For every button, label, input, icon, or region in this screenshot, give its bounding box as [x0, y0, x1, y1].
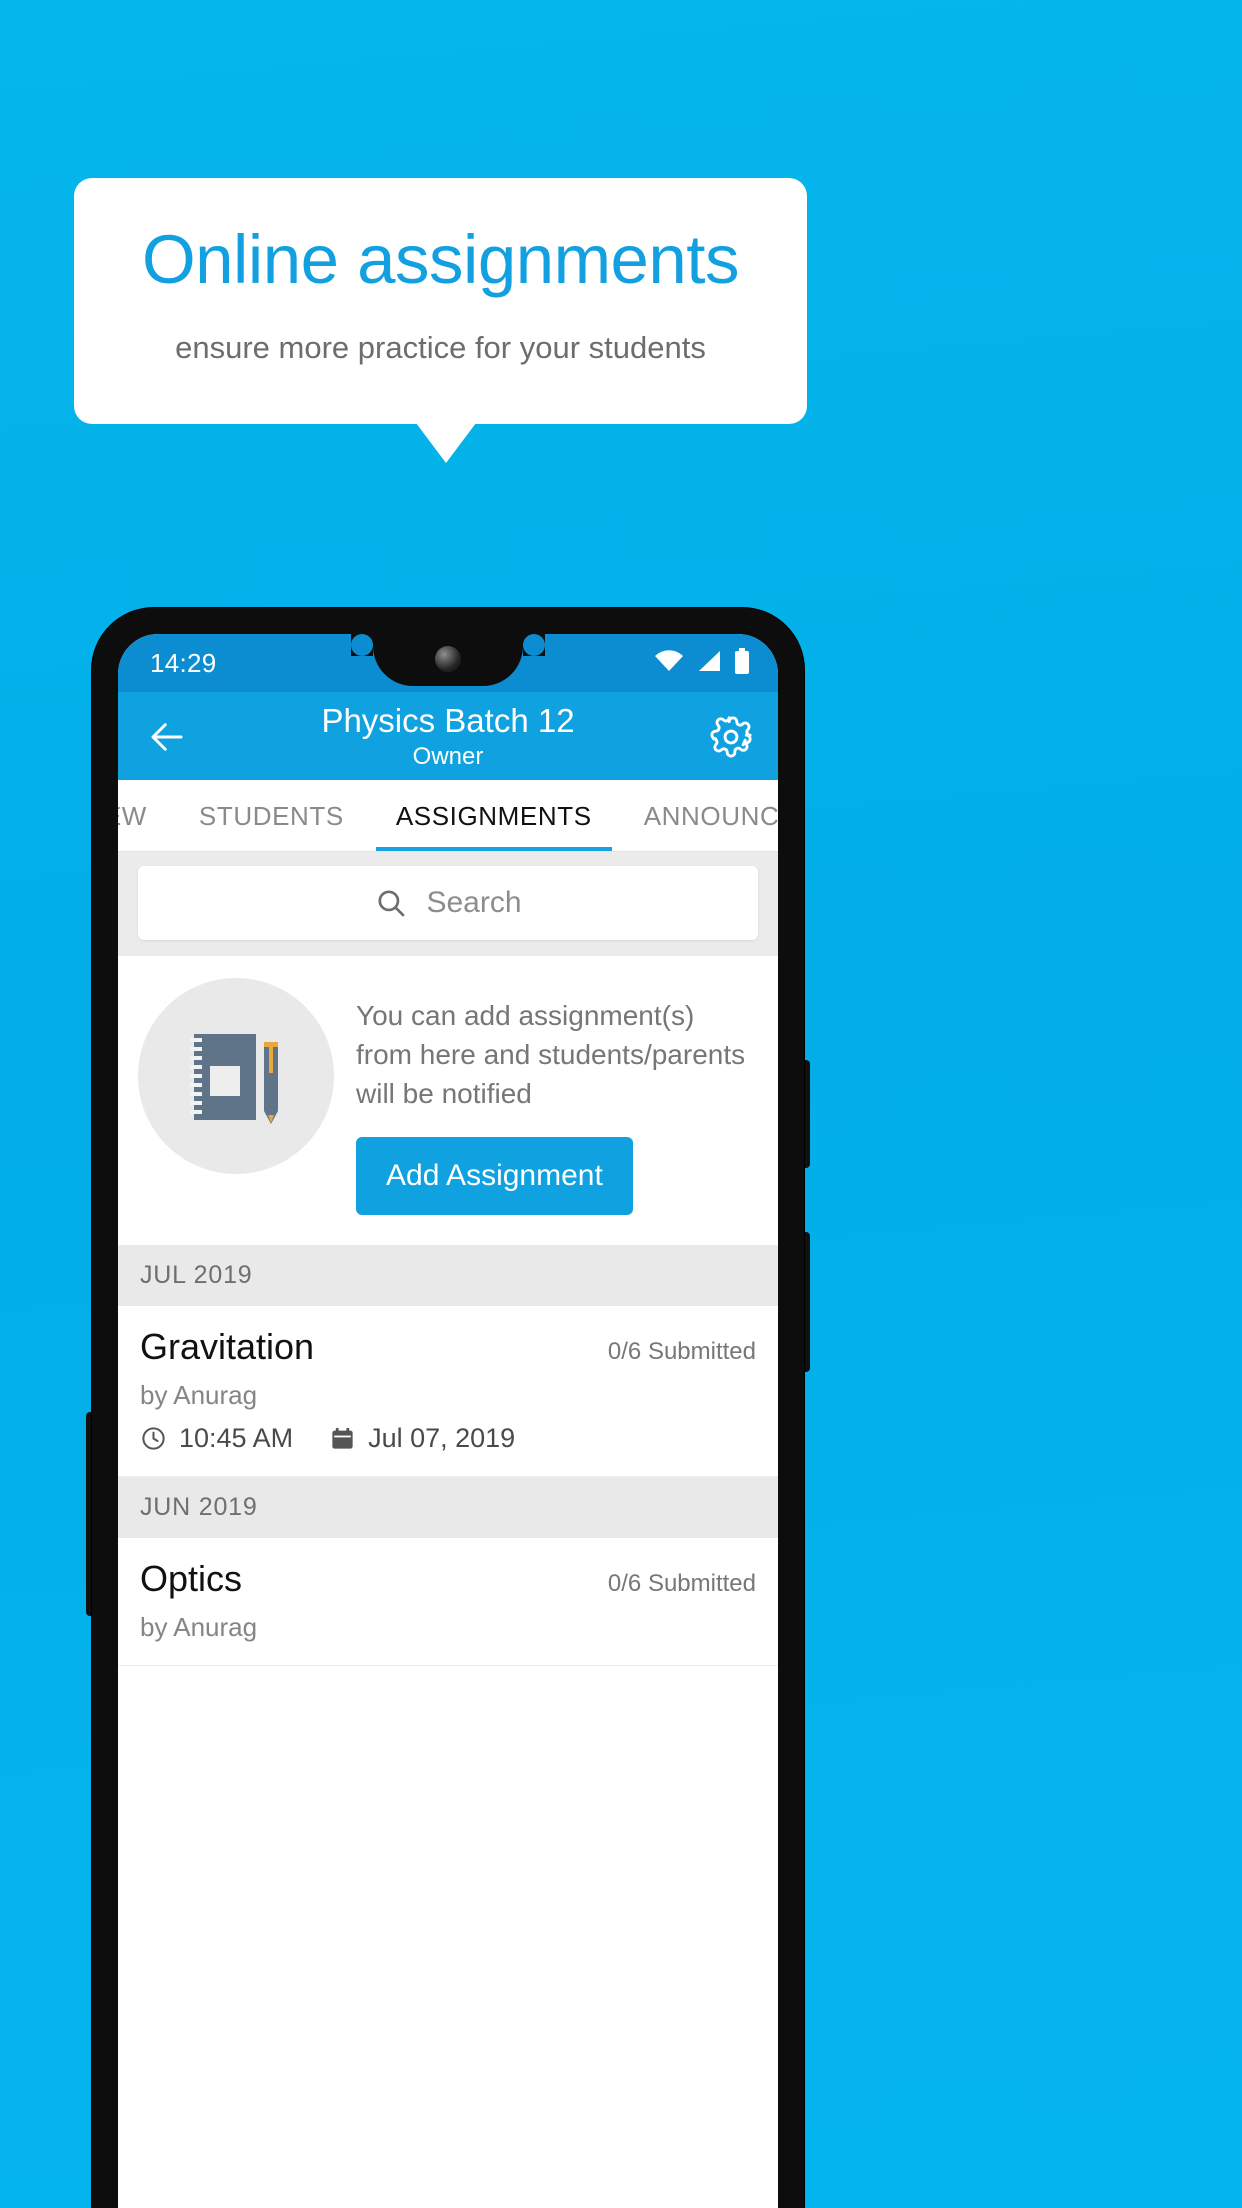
notch-mask-left	[351, 634, 373, 656]
search-placeholder: Search	[426, 886, 522, 919]
tab-announcements[interactable]: ANNOUNCEMENTS	[618, 780, 778, 851]
assignment-row[interactable]: Optics 0/6 Submitted by Anurag	[118, 1538, 778, 1666]
tab-bar[interactable]: IEW STUDENTS ASSIGNMENTS ANNOUNCEMENTS	[118, 780, 778, 852]
assignment-submitted-count: 0/6 Submitted	[607, 1570, 756, 1597]
status-bar: 14:29	[118, 634, 778, 692]
empty-state-card: You can add assignment(s) from here and …	[118, 956, 778, 1245]
assignment-title: Optics	[140, 1558, 243, 1599]
assignment-title: Gravitation	[140, 1326, 315, 1367]
month-header-jun: JUN 2019	[118, 1477, 778, 1538]
page-subtitle: Owner	[412, 743, 484, 770]
phone-frame: 14:29 Physics Batch 12 Owner W STUDENTS …	[92, 608, 804, 2208]
search-icon	[378, 890, 405, 917]
assignment-author: by Anurag	[140, 1380, 258, 1410]
battery-icon	[735, 648, 749, 674]
notch-mask-right	[523, 634, 545, 656]
promo-subtitle: ensure more practice for your students	[175, 330, 706, 365]
cellular-signal-icon	[699, 651, 720, 671]
status-icons	[654, 648, 750, 674]
search-bar-container: Search	[118, 852, 778, 956]
wifi-icon	[655, 650, 683, 671]
tab-students[interactable]: STUDENTS	[173, 780, 370, 851]
assignment-date: Jul 07, 2019	[368, 1423, 516, 1453]
status-time: 14:29	[150, 648, 217, 678]
assignment-submitted-count: 0/6 Submitted	[607, 1338, 756, 1365]
back-arrow-icon[interactable]	[146, 716, 188, 758]
phone-screen: 14:29 Physics Batch 12 Owner W STUDENTS …	[118, 634, 778, 2208]
assignment-row[interactable]: Gravitation 0/6 Submitted by Anurag 10:4…	[118, 1306, 778, 1477]
tab-overview[interactable]: IEW	[118, 780, 173, 851]
notebook-and-pen-icon	[138, 978, 334, 1174]
add-assignment-button[interactable]: Add Assignment	[356, 1137, 633, 1215]
promo-bubble-tail	[416, 423, 476, 463]
empty-state-text: You can add assignment(s) from here and …	[356, 1000, 746, 1109]
tab-assignments[interactable]: ASSIGNMENTS	[370, 780, 618, 851]
promo-title: Online assignments	[142, 221, 739, 298]
assignment-row-top: Optics 0/6 Submitted	[140, 1558, 756, 1600]
empty-state-body: You can add assignment(s) from here and …	[356, 978, 758, 1215]
front-camera-icon	[435, 646, 461, 672]
app-bar-titles: Physics Batch 12 Owner	[228, 700, 668, 772]
promo-screenshot: Online assignments ensure more practice …	[0, 0, 1242, 2208]
assignment-time: 10:45 AM	[179, 1423, 294, 1453]
month-header-jul: JUL 2019	[118, 1245, 778, 1306]
assignment-row-top: Gravitation 0/6 Submitted	[140, 1326, 756, 1368]
calendar-icon	[332, 1427, 353, 1449]
app-bar: Physics Batch 12 Owner	[118, 692, 778, 780]
clock-icon	[142, 1427, 165, 1450]
page-title: Physics Batch 12	[321, 702, 575, 739]
assignment-meta: 10:45 AM Jul 07, 2019	[140, 1423, 756, 1454]
search-input[interactable]: Search	[138, 866, 758, 940]
gear-icon[interactable]	[708, 714, 754, 760]
assignment-author: by Anurag	[140, 1612, 258, 1642]
promo-bubble: Online assignments ensure more practice …	[74, 178, 807, 424]
